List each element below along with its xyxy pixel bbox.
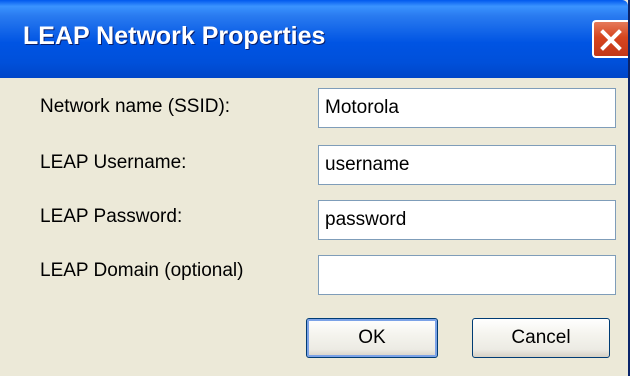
username-field[interactable] xyxy=(318,145,616,185)
domain-label: LEAP Domain (optional) xyxy=(40,260,244,281)
password-label: LEAP Password: xyxy=(40,206,183,227)
leap-network-properties-dialog: LEAP Network Properties Network name (SS… xyxy=(0,0,630,376)
ssid-label: Network name (SSID): xyxy=(40,96,231,117)
username-label: LEAP Username: xyxy=(40,152,187,173)
password-field[interactable] xyxy=(318,200,616,240)
close-icon xyxy=(600,29,622,51)
close-button[interactable] xyxy=(592,20,628,58)
cancel-button[interactable]: Cancel xyxy=(472,318,610,358)
ok-button[interactable]: OK xyxy=(306,318,438,358)
domain-field[interactable] xyxy=(318,255,616,295)
dialog-title: LEAP Network Properties xyxy=(23,22,326,50)
ssid-field[interactable] xyxy=(318,88,616,128)
title-bar[interactable]: LEAP Network Properties xyxy=(0,0,628,78)
